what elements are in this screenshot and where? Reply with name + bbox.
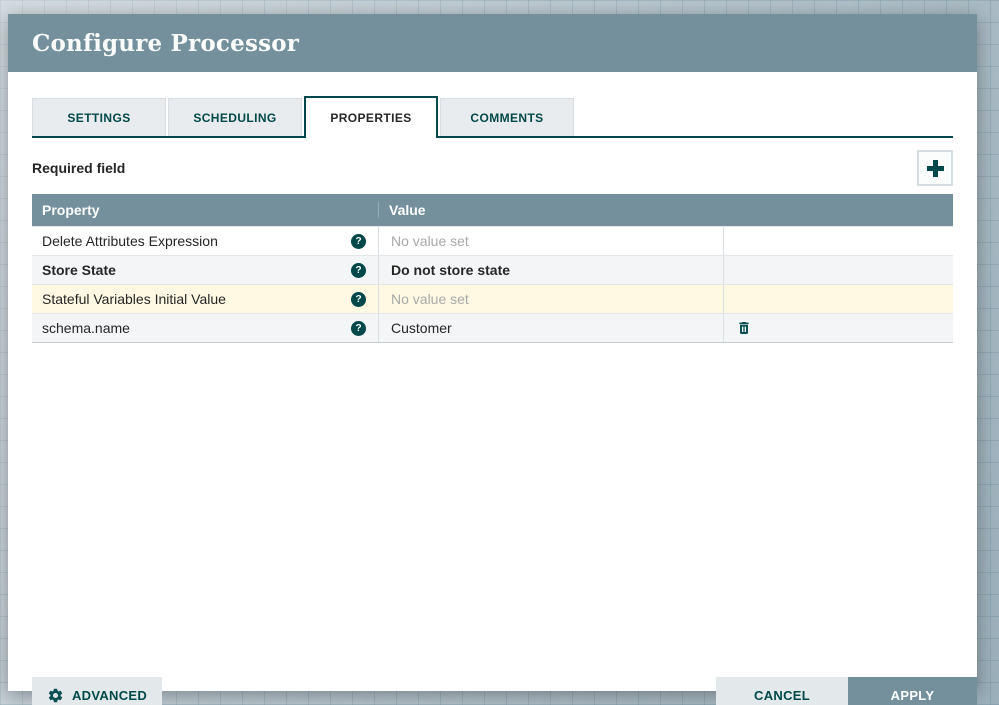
table-header-row: Property Value [32, 194, 953, 226]
advanced-button-label: ADVANCED [71, 688, 148, 703]
value-cell[interactable]: Do not store state [378, 256, 723, 284]
actions-cell [723, 227, 953, 255]
property-name: schema.name [42, 320, 130, 336]
dialog-title: Configure Processor [32, 29, 300, 57]
property-value: No value set [391, 233, 469, 249]
table-row[interactable]: schema.name ? Customer [32, 313, 953, 342]
dialog-body: SETTINGS SCHEDULING PROPERTIES COMMENTS … [8, 96, 977, 705]
properties-toolbar: Required field [32, 150, 953, 186]
property-value: No value set [391, 291, 469, 307]
property-value: Customer [391, 320, 452, 336]
properties-table: Property Value Delete Attributes Express… [32, 194, 953, 343]
property-name: Store State [42, 262, 116, 278]
property-cell: schema.name ? [32, 314, 378, 342]
value-cell[interactable]: No value set [378, 227, 723, 255]
tab-comments-label: COMMENTS [470, 110, 544, 125]
value-cell[interactable]: Customer [378, 314, 723, 342]
footer-action-buttons: CANCEL APPLY [716, 677, 977, 705]
tab-settings-label: SETTINGS [67, 110, 131, 125]
plus-icon [926, 159, 944, 177]
property-value: Do not store state [391, 262, 511, 278]
tab-scheduling-label: SCHEDULING [193, 110, 277, 125]
help-icon[interactable]: ? [351, 291, 366, 307]
property-cell: Store State ? [32, 256, 378, 284]
tab-properties-label: PROPERTIES [330, 111, 412, 125]
add-property-button[interactable] [917, 150, 953, 186]
required-field-label: Required field [32, 160, 126, 176]
gear-icon [48, 688, 63, 703]
tab-properties[interactable]: PROPERTIES [304, 96, 438, 138]
dialog-footer: ADVANCED CANCEL APPLY [32, 677, 977, 705]
tab-comments[interactable]: COMMENTS [440, 98, 574, 136]
help-icon[interactable]: ? [351, 262, 366, 278]
property-cell: Delete Attributes Expression ? [32, 227, 378, 255]
tab-settings[interactable]: SETTINGS [32, 98, 166, 136]
advanced-button[interactable]: ADVANCED [32, 677, 162, 705]
actions-cell [723, 285, 953, 313]
table-row[interactable]: Store State ? Do not store state [32, 255, 953, 284]
apply-button[interactable]: APPLY [848, 677, 977, 705]
actions-cell [723, 314, 953, 342]
cancel-button[interactable]: CANCEL [716, 677, 848, 705]
property-column-header: Property [42, 202, 100, 218]
table-row[interactable]: Stateful Variables Initial Value ? No va… [32, 284, 953, 313]
value-column-header: Value [378, 202, 723, 218]
value-cell[interactable]: No value set [378, 285, 723, 313]
table-row[interactable]: Delete Attributes Expression ? No value … [32, 226, 953, 255]
configure-processor-dialog: Configure Processor SETTINGS SCHEDULING … [8, 14, 977, 705]
tab-bar: SETTINGS SCHEDULING PROPERTIES COMMENTS [32, 96, 953, 138]
actions-cell [723, 256, 953, 284]
property-cell: Stateful Variables Initial Value ? [32, 285, 378, 313]
property-name: Delete Attributes Expression [42, 233, 218, 249]
help-icon[interactable]: ? [351, 233, 366, 249]
trash-icon [739, 322, 749, 334]
dialog-header: Configure Processor [8, 14, 977, 72]
delete-property-button[interactable] [736, 320, 752, 336]
property-name: Stateful Variables Initial Value [42, 291, 226, 307]
tab-scheduling[interactable]: SCHEDULING [168, 98, 302, 136]
help-icon[interactable]: ? [351, 320, 366, 336]
